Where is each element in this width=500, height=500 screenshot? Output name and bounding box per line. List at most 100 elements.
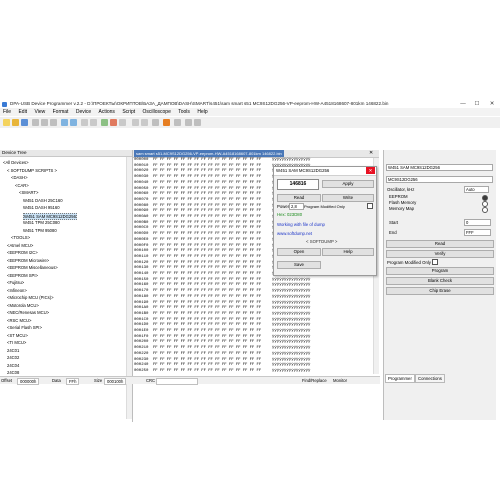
script-icon[interactable] xyxy=(141,119,148,126)
memory-map-radio[interactable] xyxy=(482,207,488,213)
dialog-read-button[interactable]: Read xyxy=(277,194,321,202)
dialog-help-button[interactable]: Help xyxy=(322,248,374,256)
save-icon[interactable] xyxy=(21,119,28,126)
redo-icon[interactable] xyxy=(70,119,77,126)
tree-item[interactable]: <Infineon> xyxy=(7,288,27,293)
save-button[interactable]: Save xyxy=(277,261,321,269)
hex-row[interactable]: 000250 FF FF FF FF FF FF FF FF FF FF FF F… xyxy=(133,368,310,375)
menu-help[interactable]: Help xyxy=(194,108,210,116)
power-select[interactable]: 2,8 xyxy=(289,203,304,210)
tree-item[interactable]: <TI MCU> xyxy=(7,340,26,345)
copy-icon[interactable] xyxy=(41,119,48,126)
tree-item[interactable]: <EEPROM SPI> xyxy=(7,273,38,278)
open-folder-icon[interactable] xyxy=(12,119,19,126)
paste-icon[interactable] xyxy=(50,119,57,126)
tree-item[interactable]: W451 TPM 95080 xyxy=(23,228,57,233)
end-field[interactable]: FFF xyxy=(464,229,491,236)
dialog-write-button[interactable]: Write xyxy=(322,194,374,202)
blank-check-button[interactable]: Blank Check xyxy=(386,277,494,285)
tree-item[interactable]: 24C04 xyxy=(7,363,19,368)
editor-tab[interactable]: sam smart s51-MC9S12DG256-VP-eeprom-HW-A… xyxy=(134,150,284,157)
oscilloscope-icon[interactable] xyxy=(163,119,170,126)
hex-row-ascii[interactable]: ÿÿÿÿÿÿÿÿÿÿÿÿÿÿÿÿ xyxy=(272,369,310,375)
monitor-tab[interactable]: Monitor xyxy=(333,377,347,384)
tree-item[interactable]: <SMART> xyxy=(19,190,38,195)
menu-edit[interactable]: Edit xyxy=(15,108,30,116)
menu-device[interactable]: Device xyxy=(73,108,94,116)
tree-item[interactable]: <Serial Flash SPI> xyxy=(7,325,42,330)
tree-item[interactable]: W451 DASH 25C160 xyxy=(23,198,63,203)
replace-icon[interactable] xyxy=(90,119,97,126)
device-select[interactable]: W451 SAM MC9S12DG256 xyxy=(386,164,493,171)
hex-row-bytes[interactable]: FF FF FF FF FF FF FF FF FF FF FF FF FF F… xyxy=(153,369,261,375)
editor-tab-strip: sam smart s51-MC9S12DG256-VP-eeprom-HW-A… xyxy=(133,150,379,158)
tool-icon[interactable] xyxy=(152,119,159,126)
find-icon[interactable] xyxy=(81,119,88,126)
menu-view[interactable]: View xyxy=(31,108,48,116)
tab-programmer[interactable]: Programmer xyxy=(385,374,415,383)
tree-item[interactable]: <Atmel MCU> xyxy=(7,243,33,248)
write-chip-icon[interactable] xyxy=(110,119,117,126)
cut-icon[interactable] xyxy=(32,119,39,126)
hex-row-address: 000250 xyxy=(134,368,149,373)
tree-item[interactable]: <Microchip MCU (PICs)> xyxy=(7,295,54,300)
settings-icon[interactable] xyxy=(132,119,139,126)
tree-item[interactable]: <TOOLS> xyxy=(11,235,30,240)
verify-icon[interactable] xyxy=(119,119,126,126)
tree-item[interactable]: <EEPROM Microwire> xyxy=(7,258,49,263)
tree-item[interactable]: <DASH> xyxy=(11,175,28,180)
crc-value xyxy=(156,377,198,385)
tree-item[interactable]: <CAR> xyxy=(15,183,29,188)
tree-item[interactable]: W451 TPM 25C080 xyxy=(23,220,60,225)
tree-item[interactable]: 24C02 xyxy=(7,355,19,360)
dialog-title: W451 SAM MC9S12DG256 xyxy=(276,168,330,173)
tree-item[interactable]: <Motorola MCU> xyxy=(7,303,39,308)
info-icon[interactable] xyxy=(185,119,192,126)
minimize-button[interactable]: — xyxy=(456,100,470,108)
program-button[interactable]: Program xyxy=(386,267,494,275)
menu-tools[interactable]: Tools xyxy=(175,108,193,116)
chip-erase-button[interactable]: Chip Erase xyxy=(386,287,494,295)
maximize-button[interactable]: ☐ xyxy=(470,100,484,108)
start-field[interactable]: 0 xyxy=(464,219,491,226)
offset-value: 000000h xyxy=(17,377,40,385)
close-tab-icon[interactable]: ✕ xyxy=(369,150,373,157)
device-tree-header: Device Tree xyxy=(0,150,132,157)
tree-item[interactable]: <EEPROM Miscellaneous> xyxy=(7,265,58,270)
tab-connections[interactable]: Connections xyxy=(415,374,445,383)
tree-item[interactable]: W451 DASH 95160 xyxy=(23,205,60,210)
apply-button[interactable]: Apply xyxy=(322,180,374,188)
tree-item[interactable]: <Fujitsu> xyxy=(7,280,24,285)
tree-item[interactable]: <RSC MCU> xyxy=(7,318,31,323)
read-button[interactable]: Read xyxy=(386,240,494,248)
open-button[interactable]: Open xyxy=(277,248,321,256)
oscillator-select[interactable]: Auto xyxy=(464,186,489,193)
tree-item[interactable]: 24C08 xyxy=(7,370,19,375)
menu-actions[interactable]: Actions xyxy=(96,108,118,116)
tree-item[interactable]: <NEC/Renesas MCU> xyxy=(7,310,49,315)
start-label: Start xyxy=(389,220,399,225)
verify-button[interactable]: Verify xyxy=(386,250,494,258)
menu-script[interactable]: Script xyxy=(119,108,138,116)
program-modified-checkbox[interactable] xyxy=(432,259,438,265)
dialog-close-button[interactable]: ✕ xyxy=(366,167,375,174)
tree-item[interactable]: W451 SAM MC9S12DG256 xyxy=(23,212,77,220)
help-icon[interactable] xyxy=(194,119,201,126)
new-file-icon[interactable] xyxy=(3,119,10,126)
tree-item[interactable]: <EEPROM I2C> xyxy=(7,250,38,255)
power-icon[interactable] xyxy=(174,119,181,126)
menu-file[interactable]: File xyxy=(0,108,14,116)
menu-format[interactable]: Format xyxy=(50,108,72,116)
tree-item[interactable]: <ST MCU> xyxy=(7,333,28,338)
program-modified-label: Program Modified Only xyxy=(387,260,431,265)
undo-icon[interactable] xyxy=(61,119,68,126)
site-link[interactable]: www.softdump.net xyxy=(277,231,312,236)
tree-item[interactable]: 24C01 xyxy=(7,348,19,353)
find-replace-tab[interactable]: Find/Replace xyxy=(302,377,327,384)
menu-oscilloscope[interactable]: Oscilloscope xyxy=(140,108,174,116)
tree-item[interactable]: <All Devices> xyxy=(3,160,29,165)
dialog-program-modified-checkbox[interactable] xyxy=(367,203,373,209)
close-window-button[interactable]: ✕ xyxy=(485,100,499,108)
tree-item[interactable]: < SOFTDUMP SCRIPTS > xyxy=(7,168,57,173)
read-chip-icon[interactable] xyxy=(101,119,108,126)
